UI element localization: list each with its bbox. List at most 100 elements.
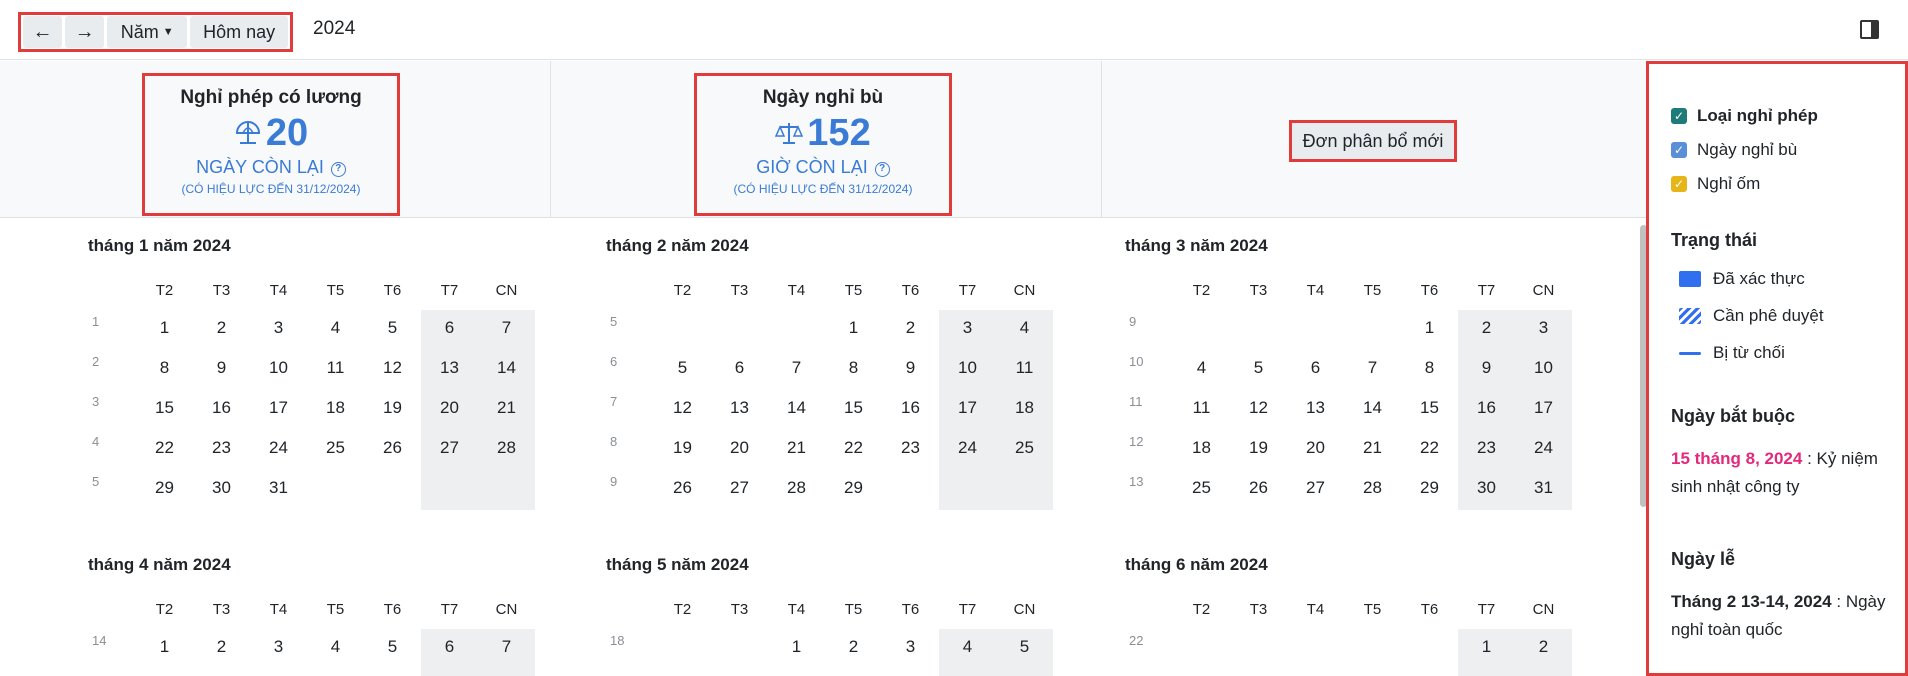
previous-button[interactable]: ← xyxy=(23,16,63,48)
today-button[interactable]: Hôm nay xyxy=(190,16,288,48)
calendar-day[interactable]: 27 xyxy=(1287,478,1344,498)
legend-comp-leave[interactable]: ✓ Ngày nghỉ bù xyxy=(1671,140,1797,160)
calendar-day[interactable]: 11 xyxy=(307,358,364,378)
help-icon[interactable]: ? xyxy=(874,162,890,177)
calendar-day[interactable]: 27 xyxy=(421,438,478,458)
calendar-day[interactable]: 25 xyxy=(307,438,364,458)
view-scale-dropdown[interactable]: Năm ▼ xyxy=(107,16,188,48)
paid-leave-card[interactable]: Nghỉ phép có lương 20 NGÀY CÒN LẠI ? (CÓ… xyxy=(142,73,400,216)
calendar-day[interactable]: 17 xyxy=(1515,398,1572,418)
calendar-day[interactable]: 19 xyxy=(364,398,421,418)
calendar-day[interactable]: 16 xyxy=(1458,398,1515,418)
calendar-day[interactable]: 8 xyxy=(1401,358,1458,378)
calendar-day[interactable]: 7 xyxy=(478,637,535,657)
calendar-day[interactable]: 30 xyxy=(1458,478,1515,498)
calendar-day[interactable]: 20 xyxy=(421,398,478,418)
calendar-day[interactable]: 6 xyxy=(711,358,768,378)
calendar-day[interactable]: 8 xyxy=(825,358,882,378)
calendar-day[interactable]: 23 xyxy=(193,438,250,458)
calendar-day[interactable]: 20 xyxy=(1287,438,1344,458)
calendar-day[interactable]: 1 xyxy=(825,318,882,338)
new-allocation-button[interactable]: Đơn phân bổ mới xyxy=(1289,120,1457,162)
calendar-day[interactable]: 21 xyxy=(768,438,825,458)
calendar-day[interactable]: 26 xyxy=(364,438,421,458)
calendar-day[interactable]: 5 xyxy=(1230,358,1287,378)
calendar-day[interactable]: 24 xyxy=(250,438,307,458)
calendar-day[interactable]: 5 xyxy=(364,318,421,338)
calendar-day[interactable]: 18 xyxy=(1173,438,1230,458)
calendar-day[interactable]: 21 xyxy=(478,398,535,418)
calendar-day[interactable]: 12 xyxy=(654,398,711,418)
calendar-day[interactable]: 13 xyxy=(711,398,768,418)
calendar-day[interactable]: 15 xyxy=(136,398,193,418)
calendar-day[interactable]: 3 xyxy=(250,318,307,338)
calendar-day[interactable]: 8 xyxy=(136,358,193,378)
calendar-day[interactable]: 17 xyxy=(250,398,307,418)
calendar-day[interactable]: 14 xyxy=(1344,398,1401,418)
calendar-day[interactable]: 11 xyxy=(1173,398,1230,418)
calendar-day[interactable]: 6 xyxy=(421,318,478,338)
calendar-day[interactable]: 5 xyxy=(654,358,711,378)
calendar-day[interactable]: 31 xyxy=(250,478,307,498)
calendar-day[interactable]: 29 xyxy=(1401,478,1458,498)
calendar-day[interactable]: 9 xyxy=(882,358,939,378)
calendar-day[interactable]: 23 xyxy=(882,438,939,458)
calendar-day[interactable]: 2 xyxy=(882,318,939,338)
calendar-day[interactable]: 19 xyxy=(1230,438,1287,458)
calendar-day[interactable]: 4 xyxy=(939,637,996,657)
calendar-day[interactable]: 16 xyxy=(882,398,939,418)
calendar-day[interactable]: 31 xyxy=(1515,478,1572,498)
calendar-day[interactable]: 16 xyxy=(193,398,250,418)
calendar-day[interactable]: 7 xyxy=(478,318,535,338)
legend-sick-leave[interactable]: ✓ Nghỉ ốm xyxy=(1671,174,1760,194)
calendar-day[interactable]: 15 xyxy=(1401,398,1458,418)
calendar-day[interactable]: 29 xyxy=(825,478,882,498)
calendar-day[interactable]: 2 xyxy=(825,637,882,657)
calendar-day[interactable]: 6 xyxy=(1287,358,1344,378)
calendar-day[interactable]: 4 xyxy=(1173,358,1230,378)
calendar-day[interactable]: 3 xyxy=(250,637,307,657)
calendar-day[interactable]: 22 xyxy=(1401,438,1458,458)
calendar-day[interactable]: 24 xyxy=(1515,438,1572,458)
calendar-day[interactable]: 18 xyxy=(307,398,364,418)
calendar-day[interactable]: 10 xyxy=(939,358,996,378)
calendar-day[interactable]: 28 xyxy=(768,478,825,498)
calendar-day[interactable]: 9 xyxy=(193,358,250,378)
checkbox-checked-icon[interactable]: ✓ xyxy=(1671,176,1687,192)
help-icon[interactable]: ? xyxy=(330,162,346,177)
checkbox-checked-icon[interactable]: ✓ xyxy=(1671,108,1687,124)
calendar-day[interactable]: 1 xyxy=(1458,637,1515,657)
calendar-day[interactable]: 1 xyxy=(768,637,825,657)
calendar-day[interactable]: 15 xyxy=(825,398,882,418)
calendar-day[interactable]: 21 xyxy=(1344,438,1401,458)
comp-leave-card[interactable]: Ngày nghỉ bù 152 GIỜ CÒN LẠI ? (CÓ HIỆU … xyxy=(694,73,952,216)
calendar-day[interactable]: 6 xyxy=(421,637,478,657)
calendar-day[interactable]: 4 xyxy=(307,318,364,338)
calendar-day[interactable]: 2 xyxy=(193,637,250,657)
calendar-day[interactable]: 2 xyxy=(1458,318,1515,338)
calendar-day[interactable]: 5 xyxy=(996,637,1053,657)
calendar-day[interactable]: 3 xyxy=(939,318,996,338)
calendar-day[interactable]: 2 xyxy=(1515,637,1572,657)
calendar-day[interactable]: 13 xyxy=(1287,398,1344,418)
calendar-day[interactable]: 1 xyxy=(1401,318,1458,338)
calendar-day[interactable]: 4 xyxy=(307,637,364,657)
side-panel-toggle-icon[interactable] xyxy=(1860,20,1879,39)
calendar-day[interactable]: 13 xyxy=(421,358,478,378)
calendar-day[interactable]: 14 xyxy=(478,358,535,378)
calendar-day[interactable]: 17 xyxy=(939,398,996,418)
calendar-day[interactable]: 22 xyxy=(136,438,193,458)
calendar-day[interactable]: 22 xyxy=(825,438,882,458)
calendar-day[interactable]: 28 xyxy=(1344,478,1401,498)
calendar-day[interactable]: 29 xyxy=(136,478,193,498)
calendar-day[interactable]: 24 xyxy=(939,438,996,458)
legend-leave-types[interactable]: ✓ Loại nghỉ phép xyxy=(1671,106,1818,126)
calendar-day[interactable]: 12 xyxy=(364,358,421,378)
calendar-day[interactable]: 10 xyxy=(250,358,307,378)
calendar-day[interactable]: 2 xyxy=(193,318,250,338)
calendar-day[interactable]: 9 xyxy=(1458,358,1515,378)
calendar-day[interactable]: 25 xyxy=(1173,478,1230,498)
calendar-day[interactable]: 12 xyxy=(1230,398,1287,418)
calendar-day[interactable]: 19 xyxy=(654,438,711,458)
calendar-day[interactable]: 10 xyxy=(1515,358,1572,378)
